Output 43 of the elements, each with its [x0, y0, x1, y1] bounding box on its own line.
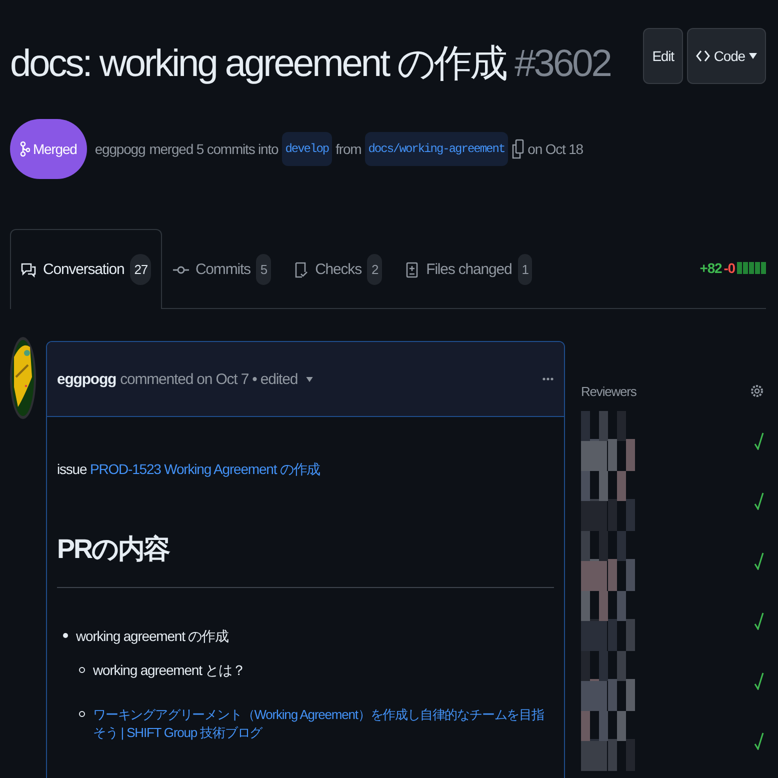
tab[interactable]: Commits 5: [162, 229, 282, 309]
conversation-icon: [21, 262, 37, 278]
checklist-icon: [293, 262, 310, 278]
issue-label: issue: [57, 461, 87, 477]
merged-badge: Merged: [10, 119, 87, 179]
issue-link[interactable]: PROD-1523 Working Agreement の作成: [90, 461, 320, 477]
counter: 5: [256, 254, 272, 285]
caret-icon[interactable]: [306, 376, 313, 382]
counter: 1: [518, 254, 532, 285]
counter: 27: [130, 254, 152, 285]
caret-icon: [749, 53, 757, 59]
head-branch[interactable]: docs/working-agreement: [365, 132, 508, 166]
list-item: working agreement の作成: [76, 628, 228, 646]
settings-icon[interactable]: [750, 382, 764, 400]
more-options-icon[interactable]: [542, 377, 554, 381]
tab[interactable]: Conversation 27: [10, 229, 162, 309]
counter: 2: [367, 254, 382, 285]
bullet-icon: [79, 667, 85, 673]
merge-icon: [20, 141, 30, 157]
code-button[interactable]: Code: [686, 28, 766, 84]
tab[interactable]: Checks 2: [282, 229, 394, 309]
file-diff-icon: [404, 262, 420, 278]
bullet-icon: [63, 633, 68, 638]
list-item: working agreement とは？: [93, 662, 246, 680]
comment-author[interactable]: eggpogg: [57, 370, 116, 388]
merge-summary: merged 5 commits into: [149, 141, 278, 157]
edit-button[interactable]: Edit: [643, 28, 683, 84]
from-label: from: [336, 141, 362, 157]
comment-meta: commented on Oct 7 • edited: [120, 370, 298, 388]
copy-icon[interactable]: [512, 139, 524, 159]
diffstat-bar-icon: [737, 262, 766, 274]
code-icon: [696, 50, 710, 62]
pull-request-title: docs: working agreement の作成 #3602: [10, 42, 612, 87]
list-link[interactable]: ワーキングアグリーメント（Working Agreement）を作成し自律的なチームを目指そう | SHIFT Group 技術ブログ: [93, 706, 554, 742]
deletions-count: -0: [724, 260, 735, 276]
section-heading: PRの内容: [57, 531, 554, 588]
author-link[interactable]: eggpogg: [94, 141, 146, 157]
additions-count: +82: [700, 260, 722, 276]
sidebar-heading: Reviewers: [581, 384, 636, 398]
base-branch[interactable]: develop: [282, 132, 332, 166]
merge-date: on Oct 18: [528, 141, 583, 157]
bullet-icon: [79, 711, 85, 717]
tab[interactable]: Files changed 1: [393, 229, 544, 309]
